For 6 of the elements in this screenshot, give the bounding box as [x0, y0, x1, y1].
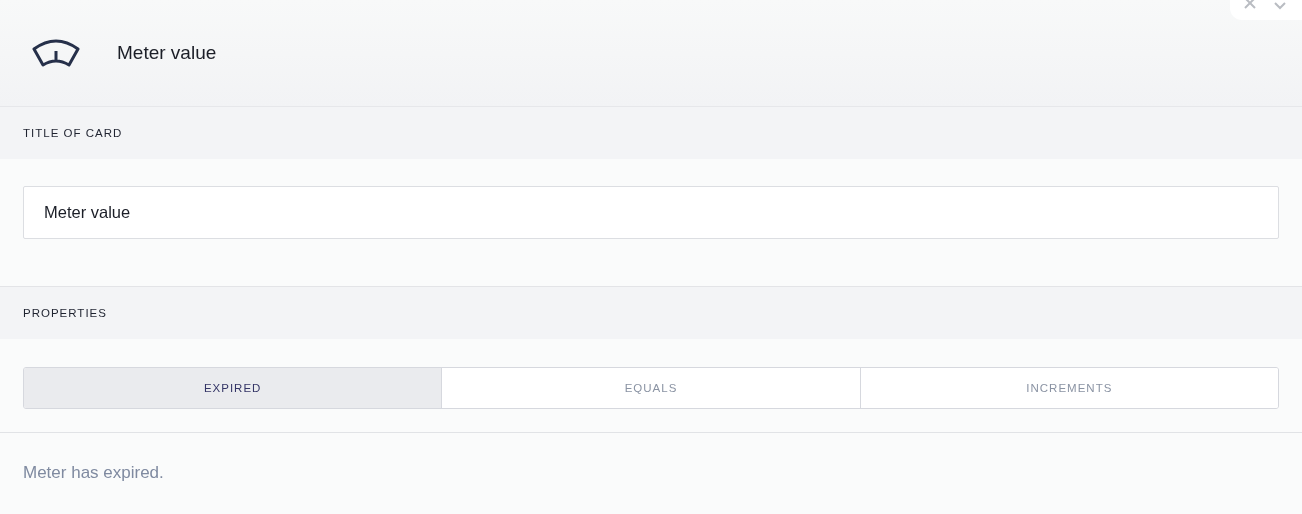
title-input[interactable]: Meter value — [23, 186, 1279, 239]
description-text: Meter has expired. — [23, 463, 164, 482]
card-title: Meter value — [117, 42, 217, 64]
tab[interactable]: EXPIRED — [24, 368, 442, 408]
section-heading: PROPERTIES — [23, 307, 107, 319]
section-heading: TITLE OF CARD — [23, 127, 123, 139]
